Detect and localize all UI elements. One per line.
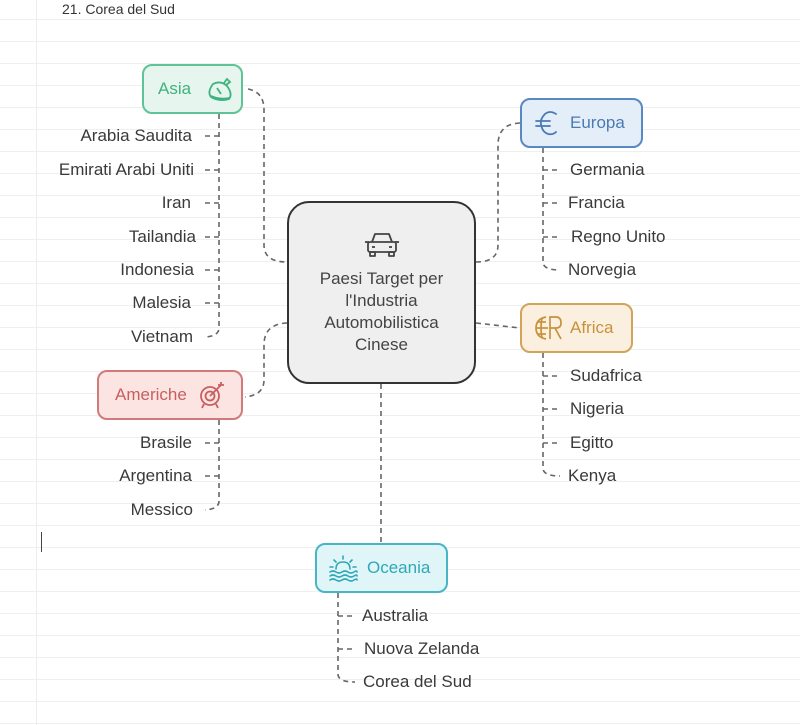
americhe-spine [204, 420, 220, 511]
connector-americhe [244, 322, 288, 398]
connector-africa [475, 322, 521, 329]
africa-spine [542, 353, 561, 477]
list-item-asia: Tailandia [128, 227, 196, 246]
branch-node-americhe[interactable]: Americhe [97, 370, 243, 420]
target-icon [199, 382, 224, 409]
euro-icon [535, 111, 557, 136]
branch-node-europa[interactable]: Europa [520, 98, 643, 148]
list-item-europa: Germania [570, 160, 645, 179]
list-item-asia: Iran [161, 193, 191, 212]
list-item-asia: Malesia [132, 293, 191, 312]
connector-asia [247, 88, 288, 263]
branch-node-oceania[interactable]: Oceania [315, 543, 448, 593]
geography-map-icon [208, 77, 232, 102]
car-icon [364, 232, 399, 257]
list-item-africa: Sudafrica [570, 366, 642, 385]
europa-spine [542, 148, 561, 271]
branch-label-americhe: Americhe [115, 385, 187, 404]
list-item-europa: Regno Unito [571, 227, 666, 246]
list-item-oceania: Nuova Zelanda [364, 639, 480, 658]
branch-label-africa: Africa [570, 318, 614, 337]
oceania-spine [337, 593, 356, 683]
list-item-africa: Egitto [570, 433, 614, 452]
list-item-oceania: Australia [362, 606, 429, 625]
list-item-africa: Kenya [568, 466, 617, 485]
list-item-americhe: Brasile [140, 433, 192, 452]
list-item-asia: Arabia Saudita [80, 126, 192, 145]
center-node[interactable]: Paesi Target per l'Industria Automobilis… [287, 201, 476, 384]
branch-node-africa[interactable]: Africa [520, 303, 633, 353]
branch-label-europa: Europa [570, 113, 625, 132]
sun-waves-icon [329, 555, 358, 582]
list-item-europa: Francia [568, 193, 625, 212]
list-item-europa: Norvegia [568, 260, 637, 279]
list-item-asia: Indonesia [120, 260, 194, 279]
list-item-asia: Emirati Arabi Uniti [58, 160, 194, 179]
branch-label-oceania: Oceania [367, 558, 431, 577]
center-title: Paesi Target per l'Industria Automobilis… [319, 268, 444, 354]
list-item-americhe: Messico [130, 500, 193, 519]
branch-label-asia: Asia [158, 79, 192, 98]
branch-node-asia[interactable]: Asia [142, 64, 243, 114]
list-item-asia: Vietnam [130, 327, 193, 346]
list-item-africa: Nigeria [570, 399, 624, 418]
list-item-oceania: Corea del Sud [363, 672, 472, 691]
list-item-americhe: Argentina [119, 466, 192, 485]
globe-currency-icon [535, 316, 562, 340]
connector-europa [475, 122, 521, 263]
